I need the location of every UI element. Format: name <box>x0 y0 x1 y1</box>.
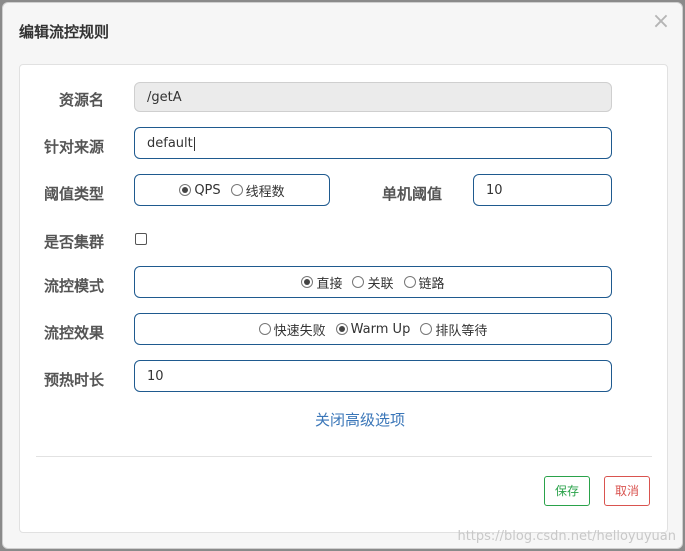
source-value: default <box>147 136 193 151</box>
text-caret <box>193 136 195 151</box>
control-mode-group: 直接 关联 链路 <box>134 266 612 298</box>
resource-name-value: /getA <box>147 90 182 105</box>
resource-name-field: /getA <box>134 82 612 112</box>
threshold-type-group: QPS 线程数 <box>134 174 330 206</box>
close-icon[interactable]: × <box>650 11 672 33</box>
radio-thread-count[interactable]: 线程数 <box>230 181 285 200</box>
radio-associate[interactable]: 关联 <box>352 273 394 292</box>
single-threshold-value: 10 <box>486 183 503 198</box>
radio-queue-wait-indicator <box>420 323 433 335</box>
single-threshold-input[interactable]: 10 <box>473 174 612 206</box>
radio-warm-up-indicator <box>335 323 348 335</box>
close-advanced-options-link[interactable]: 关闭高级选项 <box>220 409 500 430</box>
radio-associate-indicator <box>352 276 365 288</box>
warmup-duration-input[interactable]: 10 <box>134 360 612 392</box>
radio-fast-fail[interactable]: 快速失败 <box>258 320 326 339</box>
warmup-duration-label: 预热时长 <box>43 371 104 389</box>
radio-direct[interactable]: 直接 <box>301 273 342 292</box>
radio-chain-label: 链路 <box>418 276 445 292</box>
radio-associate-label: 关联 <box>367 276 394 292</box>
radio-thread-count-label: 线程数 <box>245 184 285 200</box>
radio-direct-indicator <box>301 276 314 288</box>
source-label: 针对来源 <box>43 138 104 156</box>
footer-divider <box>36 456 652 457</box>
radio-fast-fail-label: 快速失败 <box>273 323 326 339</box>
radio-qps-indicator <box>179 184 192 196</box>
radio-warm-up[interactable]: Warm Up <box>335 321 411 337</box>
radio-direct-label: 直接 <box>316 276 343 292</box>
warmup-duration-value: 10 <box>147 369 164 384</box>
single-threshold-label: 单机阈值 <box>381 185 442 203</box>
dialog-title: 编辑流控规则 <box>19 23 110 41</box>
radio-queue-wait-label: 排队等待 <box>435 323 488 339</box>
radio-warm-up-label: Warm Up <box>350 321 411 337</box>
resource-name-label: 资源名 <box>58 91 104 109</box>
form-panel: 资源名 /getA 针对来源 default 阈值类型 QPS 线程数 单机阈值… <box>19 64 668 533</box>
cancel-button[interactable]: 取消 <box>604 476 651 506</box>
radio-qps-label: QPS <box>194 182 221 198</box>
source-input[interactable]: default <box>134 127 612 159</box>
radio-queue-wait[interactable]: 排队等待 <box>420 320 487 339</box>
control-effect-group: 快速失败 Warm Up 排队等待 <box>134 313 612 345</box>
cluster-checkbox[interactable] <box>135 233 147 245</box>
control-mode-label: 流控模式 <box>43 277 104 295</box>
radio-qps[interactable]: QPS <box>179 182 221 198</box>
cluster-label: 是否集群 <box>43 233 104 251</box>
radio-chain-indicator <box>403 276 416 288</box>
watermark: https://blog.csdn.net/helloyuyuan <box>457 529 676 544</box>
radio-thread-count-indicator <box>230 184 243 196</box>
edit-flow-rule-dialog: 编辑流控规则 × 资源名 /getA 针对来源 default 阈值类型 QPS… <box>2 2 683 549</box>
control-effect-label: 流控效果 <box>43 324 104 342</box>
radio-chain[interactable]: 链路 <box>403 273 445 292</box>
save-button[interactable]: 保存 <box>544 476 591 506</box>
radio-fast-fail-indicator <box>258 323 271 335</box>
threshold-type-label: 阈值类型 <box>43 185 104 203</box>
